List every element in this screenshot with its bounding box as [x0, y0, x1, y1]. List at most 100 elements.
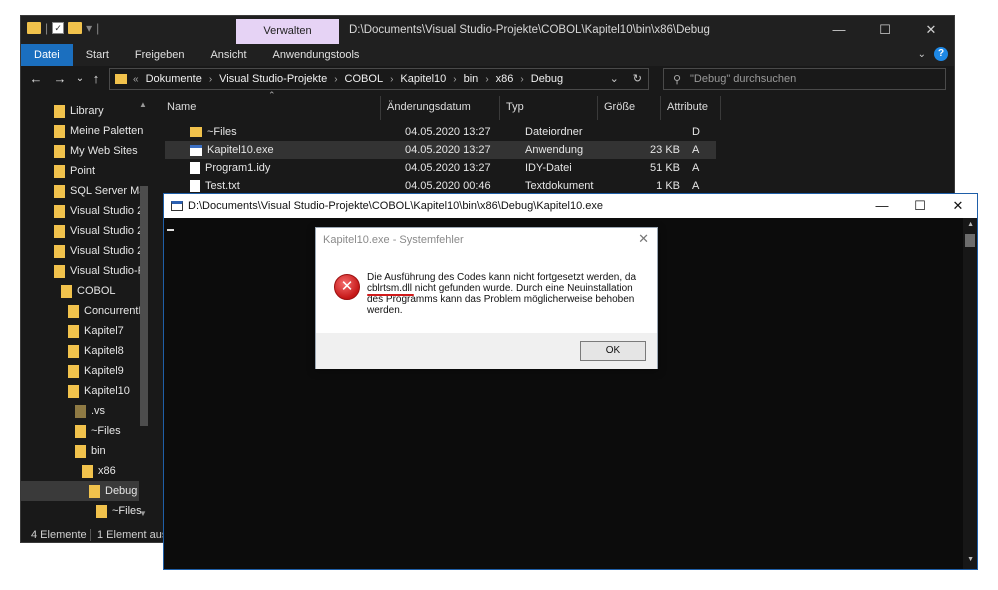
chevron-right-icon[interactable]: ›	[209, 74, 212, 85]
chevron-right-icon[interactable]: ›	[485, 74, 488, 85]
breadcrumb-x86[interactable]: x86	[496, 73, 514, 85]
scroll-up-icon[interactable]: ▲	[139, 100, 147, 109]
close-button[interactable]: ✕	[939, 194, 977, 218]
breadcrumb-bin[interactable]: bin	[464, 73, 479, 85]
navigation-pane[interactable]: Library Meine Paletten My Web Sites Poin…	[21, 96, 151, 526]
nav-item-vs[interactable]: .vs	[75, 401, 105, 421]
nav-item-meine-paletten[interactable]: Meine Paletten	[54, 121, 143, 141]
nav-item-library[interactable]: Library	[54, 101, 104, 121]
search-placeholder: "Debug" durchsuchen	[690, 73, 797, 85]
window-title: D:\Documents\Visual Studio-Projekte\COBO…	[349, 24, 710, 36]
manage-contextual-tab[interactable]: Verwalten	[236, 19, 339, 44]
missing-dll-name: cblrtsm.dll	[367, 283, 413, 294]
file-row-kapitel10-exe[interactable]: Kapitel10.exe 04.05.2020 13:27 Anwendung…	[165, 141, 716, 159]
nav-item-bin[interactable]: bin	[75, 441, 106, 461]
nav-item-debug[interactable]: Debug	[21, 481, 139, 501]
search-input[interactable]: ⚲ "Debug" durchsuchen	[663, 68, 946, 90]
file-date: 04.05.2020 13:27	[405, 144, 491, 156]
forward-arrow-icon[interactable]: →	[51, 70, 69, 88]
nav-item-visual-studio[interactable]: Visual Studio 2(	[54, 201, 147, 221]
scrollbar-thumb[interactable]	[965, 234, 975, 247]
tab-start[interactable]: Start	[73, 44, 122, 66]
expand-ribbon-icon[interactable]: ⌄	[918, 49, 926, 60]
column-name[interactable]: Name	[161, 96, 381, 120]
folder-icon	[27, 22, 41, 34]
nav-item-my-web-sites[interactable]: My Web Sites	[54, 141, 138, 161]
help-icon[interactable]: ?	[934, 47, 948, 61]
maximize-button[interactable]: ☐	[862, 16, 908, 44]
console-scrollbar[interactable]	[963, 218, 977, 569]
chevron-right-icon[interactable]: ›	[453, 74, 456, 85]
file-size: 51 KB	[650, 162, 680, 174]
file-name: Test.txt	[205, 180, 240, 192]
system-error-dialog: Kapitel10.exe - Systemfehler ✕ ✕ Die Aus…	[315, 227, 658, 369]
breadcrumb-cobol[interactable]: COBOL	[345, 73, 384, 85]
navigation-scrollbar[interactable]	[140, 186, 148, 426]
nav-item-kapitel10[interactable]: Kapitel10	[68, 381, 130, 401]
breadcrumb-dokumente[interactable]: Dokumente	[146, 73, 202, 85]
console-app-icon[interactable]	[171, 201, 183, 211]
breadcrumb-kapitel10[interactable]: Kapitel10	[400, 73, 446, 85]
nav-item-kapitel8[interactable]: Kapitel8	[68, 341, 124, 361]
minimize-button[interactable]: —	[816, 16, 862, 44]
nav-item-files[interactable]: ~Files	[96, 501, 142, 521]
address-dropdown-icon[interactable]: ⌄	[610, 72, 619, 85]
nav-item-visual-studio[interactable]: Visual Studio 2(	[54, 221, 147, 241]
maximize-button[interactable]: ☐	[901, 194, 939, 218]
ok-button[interactable]: OK	[580, 341, 646, 361]
breadcrumb-visual-studio-projekte[interactable]: Visual Studio-Projekte	[219, 73, 327, 85]
folder-icon	[75, 444, 86, 458]
chevron-right-icon[interactable]: ›	[334, 74, 337, 85]
scroll-up-icon[interactable]: ▲	[967, 221, 974, 228]
tab-anwendungstools[interactable]: Anwendungstools	[260, 44, 373, 66]
nav-item-kapitel7[interactable]: Kapitel7	[68, 321, 124, 341]
up-arrow-icon[interactable]: ↑	[87, 70, 105, 88]
nav-item-label: Visual Studio-P	[70, 265, 146, 277]
folder-icon	[75, 424, 86, 438]
nav-item-concurrent[interactable]: ConcurrentI	[68, 301, 141, 321]
refresh-icon[interactable]: ↻	[633, 72, 642, 85]
column-type[interactable]: Typ	[500, 96, 598, 120]
file-row-program1-idy[interactable]: Program1.idy 04.05.2020 13:27 IDY-Datei …	[165, 159, 716, 177]
nav-item-visual-studio[interactable]: Visual Studio 2(	[54, 241, 147, 261]
nav-item-cobol[interactable]: COBOL	[61, 281, 116, 301]
customize-toolbar-icon[interactable]: ▾	[86, 22, 92, 34]
properties-icon[interactable]: ✓	[52, 22, 65, 34]
tab-freigeben[interactable]: Freigeben	[122, 44, 198, 66]
nav-item-sql-server[interactable]: SQL Server Ma	[54, 181, 145, 201]
file-name-cell: Kapitel10.exe	[190, 141, 274, 159]
file-size	[640, 123, 680, 141]
nav-item-label: Kapitel9	[84, 365, 124, 377]
folder-icon	[115, 74, 127, 84]
breadcrumb-debug[interactable]: Debug	[531, 73, 563, 85]
back-arrow-icon[interactable]: ←	[27, 70, 45, 88]
column-attributes[interactable]: Attribute	[661, 96, 721, 120]
console-titlebar[interactable]: D:\Documents\Visual Studio-Projekte\COBO…	[164, 194, 977, 218]
breadcrumb-overflow-icon[interactable]: «	[133, 74, 139, 85]
nav-item-kapitel9[interactable]: Kapitel9	[68, 361, 124, 381]
folder-icon	[61, 284, 72, 298]
file-type: Dateiordner	[525, 126, 583, 138]
column-size[interactable]: Größe	[598, 96, 661, 120]
nav-item-visual-studio-projekte[interactable]: Visual Studio-P	[54, 261, 145, 281]
tab-ansicht[interactable]: Ansicht	[197, 44, 259, 66]
chevron-right-icon[interactable]: ›	[520, 74, 523, 85]
scroll-down-icon[interactable]: ▼	[139, 509, 147, 518]
nav-item-files[interactable]: ~Files	[75, 421, 121, 441]
nav-item-label: Library	[70, 105, 104, 117]
address-bar[interactable]: « Dokumente › Visual Studio-Projekte › C…	[109, 68, 649, 90]
minimize-button[interactable]: —	[863, 194, 901, 218]
file-attributes: A	[692, 144, 700, 156]
tab-datei[interactable]: Datei	[21, 44, 73, 66]
close-button[interactable]: ✕	[908, 16, 954, 44]
console-window-controls: — ☐ ✕	[863, 194, 977, 218]
chevron-right-icon[interactable]: ›	[390, 74, 393, 85]
nav-item-point[interactable]: Point	[54, 161, 95, 181]
file-row-files[interactable]: ~Files 04.05.2020 13:27 Dateiordner D	[165, 123, 716, 141]
scroll-down-icon[interactable]: ▼	[967, 556, 974, 563]
new-folder-icon[interactable]	[68, 22, 83, 34]
text-file-icon	[190, 180, 200, 193]
column-date[interactable]: Änderungsdatum	[381, 96, 500, 120]
dialog-close-icon[interactable]: ✕	[638, 231, 649, 247]
nav-item-x86[interactable]: x86	[82, 461, 116, 481]
